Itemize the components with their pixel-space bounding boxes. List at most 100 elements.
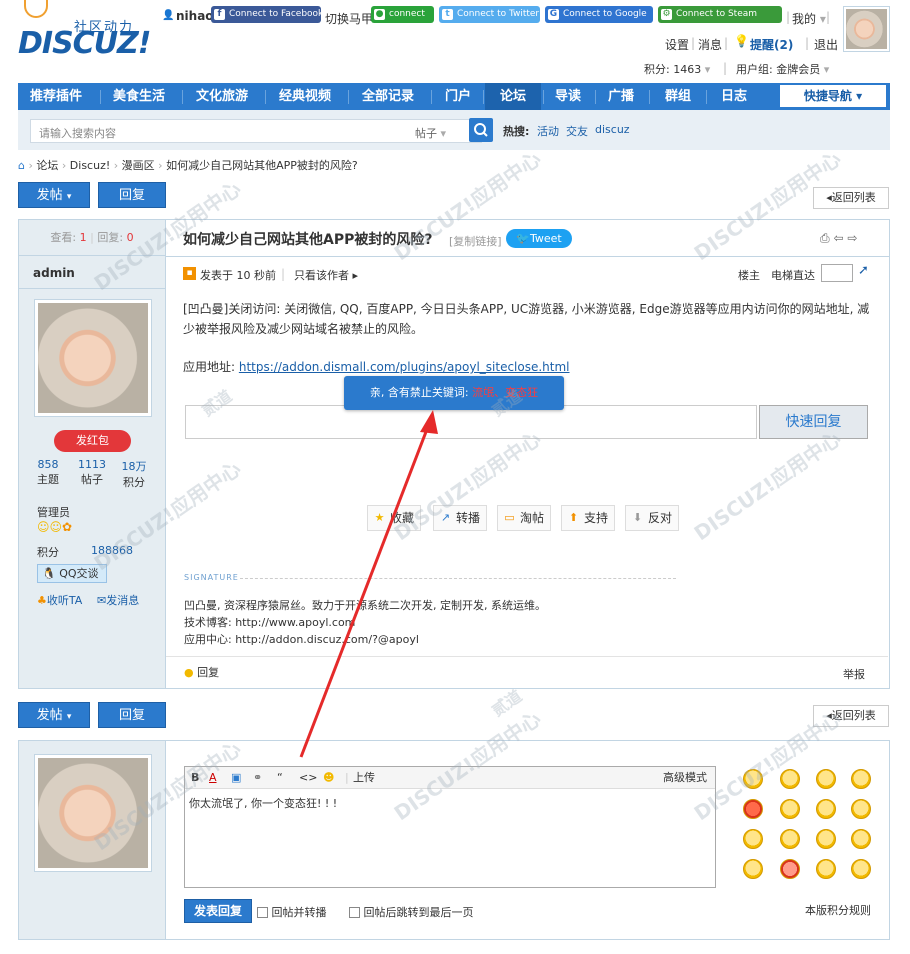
smiley-icon[interactable] bbox=[743, 829, 763, 849]
oppose-button[interactable]: ⬇ 反对 bbox=[625, 505, 680, 531]
next-thread-icon[interactable]: ⇨ bbox=[847, 231, 857, 245]
author-only-link[interactable]: 只看该作者 ▸ bbox=[294, 267, 358, 283]
author-avatar[interactable] bbox=[34, 299, 152, 417]
nav-item-records[interactable]: 全部记录 bbox=[362, 83, 414, 110]
breadcrumb-item[interactable]: Discuz! bbox=[70, 159, 110, 172]
stat-posts[interactable]: 1113 帖子 bbox=[75, 458, 109, 487]
nav-item-guide[interactable]: 导读 bbox=[555, 83, 581, 110]
share-option[interactable]: 回帖并转播 bbox=[257, 904, 327, 920]
reminder-link[interactable]: 提醒(2) bbox=[750, 36, 793, 53]
advanced-mode-link[interactable]: 高级模式 bbox=[663, 767, 707, 789]
smiley-icon[interactable] bbox=[851, 799, 871, 819]
smiley-icon[interactable]: ☻ bbox=[323, 767, 334, 789]
new-post-button[interactable]: 发帖 ▾ bbox=[18, 182, 90, 208]
upload-button[interactable]: 上传 bbox=[353, 767, 375, 789]
share-button[interactable]: ↗ 转播 bbox=[433, 505, 488, 531]
red-packet-button[interactable]: 发红包 bbox=[54, 430, 131, 452]
connect-steam-button[interactable]: ⚙ Connect to Steam bbox=[658, 6, 782, 23]
credit-rules-link[interactable]: 本版积分规则 bbox=[805, 902, 871, 918]
quick-reply-input[interactable] bbox=[185, 405, 757, 439]
breadcrumb-item[interactable]: 漫画区 bbox=[122, 159, 155, 172]
back-list-button-bottom[interactable]: ◂返回列表 bbox=[813, 705, 889, 727]
jump-last-option[interactable]: 回帖后跳转到最后一页 bbox=[349, 904, 474, 920]
author-name[interactable]: admin bbox=[33, 266, 75, 280]
tweet-button[interactable]: 🐦Tweet bbox=[506, 229, 572, 248]
messages-link[interactable]: 消息 bbox=[698, 36, 722, 53]
reply-button[interactable]: 回复 bbox=[98, 182, 166, 208]
print-icon[interactable]: ⎙ bbox=[820, 231, 830, 245]
app-url-link[interactable]: https://addon.dismall.com/plugins/apoyl_… bbox=[239, 360, 570, 374]
nav-item-food[interactable]: 美食生活 bbox=[113, 83, 165, 110]
collect-button[interactable]: ▭ 淘帖 bbox=[497, 505, 552, 531]
image-icon[interactable]: ▣ bbox=[231, 767, 241, 789]
smiley-icon[interactable] bbox=[743, 799, 763, 819]
copy-link[interactable]: [复制链接] bbox=[449, 233, 502, 249]
back-list-button[interactable]: ◂返回列表 bbox=[813, 187, 889, 209]
smiley-icon[interactable] bbox=[816, 829, 836, 849]
nav-item-broadcast[interactable]: 广播 bbox=[608, 83, 634, 110]
settings-link[interactable]: 设置 bbox=[665, 36, 689, 53]
checkbox[interactable] bbox=[257, 907, 268, 918]
username-link[interactable]: nihao bbox=[176, 9, 214, 23]
smiley-icon[interactable] bbox=[780, 859, 800, 879]
home-icon[interactable]: ⌂ bbox=[18, 159, 25, 172]
search-input[interactable]: 请输入搜索内容 帖子 ▾ bbox=[30, 119, 482, 143]
new-post-button-bottom[interactable]: 发帖 ▾ bbox=[18, 702, 90, 728]
logo[interactable]: DISCUZ! bbox=[18, 26, 151, 61]
send-message-link[interactable]: ✉发消息 bbox=[97, 592, 139, 608]
connect-facebook-button[interactable]: f Connect to Facebook bbox=[211, 6, 323, 23]
smiley-icon[interactable] bbox=[816, 859, 836, 879]
quick-nav-button[interactable]: 快捷导航 ▾ bbox=[780, 85, 886, 107]
qq-chat-button[interactable]: 🐧 QQ交谈 bbox=[37, 564, 107, 583]
favorite-button[interactable]: ★ 收藏 bbox=[367, 505, 422, 531]
stat-threads[interactable]: 858 主题 bbox=[33, 458, 63, 487]
submit-reply-button[interactable]: 发表回复 bbox=[184, 899, 252, 923]
smiley-icon[interactable] bbox=[780, 769, 800, 789]
smiley-icon[interactable] bbox=[743, 859, 763, 879]
user-role[interactable]: 管理员 bbox=[37, 504, 70, 520]
nav-item-travel[interactable]: 文化旅游 bbox=[196, 83, 248, 110]
header-avatar[interactable] bbox=[843, 6, 890, 52]
link-icon[interactable]: ⚭ bbox=[253, 767, 262, 789]
quick-reply-button[interactable]: 快速回复 bbox=[759, 405, 868, 439]
breadcrumb-item[interactable]: 如何减少自己网站其他APP被封的风险? bbox=[166, 159, 358, 172]
logout-link[interactable]: 退出 bbox=[814, 36, 838, 53]
stat-credits[interactable]: 18万 积分 bbox=[119, 458, 149, 490]
hot-search-item[interactable]: 交友 bbox=[566, 123, 588, 139]
smiley-icon[interactable] bbox=[780, 799, 800, 819]
report-link[interactable]: 举报 bbox=[843, 666, 865, 682]
smiley-icon[interactable] bbox=[816, 799, 836, 819]
follow-link[interactable]: ♣收听TA bbox=[37, 592, 82, 608]
search-button[interactable] bbox=[469, 118, 493, 142]
nav-item-groups[interactable]: 群组 bbox=[665, 83, 691, 110]
smiley-icon[interactable] bbox=[851, 769, 871, 789]
search-type-select[interactable]: 帖子 ▾ bbox=[415, 125, 446, 141]
smiley-icon[interactable] bbox=[743, 769, 763, 789]
font-color-icon[interactable]: A bbox=[209, 767, 217, 789]
usergroup-menu[interactable]: 用户组: 金牌会员 ▾ bbox=[736, 61, 829, 77]
reply-button-bottom[interactable]: 回复 bbox=[98, 702, 166, 728]
connect-twitter-button[interactable]: t Connect to Twitter bbox=[439, 6, 540, 23]
reply-textarea[interactable]: 你太流氓了, 你一个变态狂! ! ! bbox=[189, 795, 337, 811]
nav-item-blog[interactable]: 日志 bbox=[721, 83, 747, 110]
connect-google-button[interactable]: G Connect to Google bbox=[545, 6, 653, 23]
hot-search-item[interactable]: discuz bbox=[595, 123, 630, 136]
go-icon[interactable]: ➚ bbox=[858, 263, 869, 278]
prev-thread-icon[interactable]: ⇦ bbox=[833, 231, 843, 245]
reply-link[interactable]: ● 回复 bbox=[184, 664, 219, 680]
nav-item-video[interactable]: 经典视频 bbox=[279, 83, 331, 110]
smiley-icon[interactable] bbox=[851, 859, 871, 879]
points-menu[interactable]: 积分: 1463 ▾ bbox=[644, 61, 710, 77]
nav-item-forum[interactable]: 论坛 bbox=[485, 83, 541, 110]
code-icon[interactable]: <> bbox=[299, 767, 317, 789]
support-button[interactable]: ⬆ 支持 bbox=[561, 505, 616, 531]
switch-account-link[interactable]: 切换马甲 bbox=[325, 10, 373, 27]
checkbox[interactable] bbox=[349, 907, 360, 918]
smiley-icon[interactable] bbox=[851, 829, 871, 849]
connect-line-button[interactable]: ● connect bbox=[371, 6, 434, 23]
elevator-input[interactable] bbox=[821, 264, 853, 282]
smiley-icon[interactable] bbox=[780, 829, 800, 849]
quote-icon[interactable]: “ bbox=[277, 767, 283, 789]
nav-item-portal[interactable]: 门户 bbox=[445, 83, 471, 110]
smiley-icon[interactable] bbox=[816, 769, 836, 789]
